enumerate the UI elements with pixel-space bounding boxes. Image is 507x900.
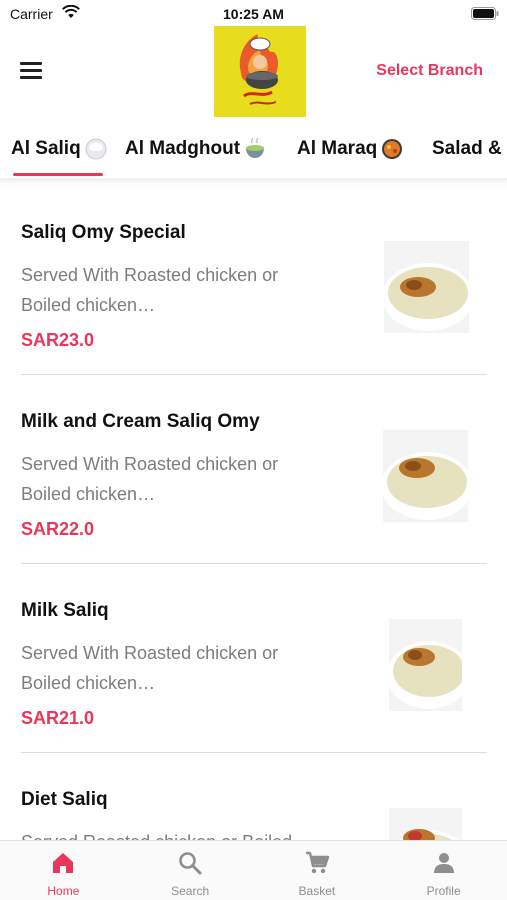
- saliq-dish-image: [383, 430, 468, 522]
- tab-al-saliq[interactable]: Al Saliq: [11, 138, 107, 160]
- item-description: Served Roasted chicken or Boiled: [21, 827, 331, 840]
- item-name: Saliq Omy Special: [21, 222, 186, 243]
- item-description: Served With Roasted chicken or Boiled ch…: [21, 643, 279, 693]
- item-name: Milk and Cream Saliq Omy: [21, 411, 260, 432]
- item-description: Served With Roasted chicken or Boiled ch…: [21, 454, 279, 504]
- status-bar: Carrier 10:25 AM: [0, 0, 507, 26]
- nav-label: Home: [47, 884, 80, 898]
- nav-home[interactable]: Home: [0, 841, 127, 900]
- saliq-dish-image: [389, 808, 462, 840]
- status-time: 10:25 AM: [223, 6, 284, 22]
- nav-search[interactable]: Search: [127, 841, 254, 900]
- nav-basket[interactable]: Basket: [254, 841, 381, 900]
- chef-logo-icon: [214, 26, 306, 117]
- item-name: Milk Saliq: [21, 600, 109, 621]
- tab-al-maraq[interactable]: Al Maraq: [297, 138, 403, 160]
- hamburger-menu-button[interactable]: [20, 57, 50, 83]
- select-branch-button[interactable]: Select Branch: [376, 62, 483, 80]
- saliq-dish-image: [384, 241, 469, 333]
- tab-label: Salad &: [432, 138, 502, 159]
- battery-icon: [471, 7, 499, 20]
- profile-icon: [433, 853, 454, 873]
- tabs-shadow: [0, 178, 507, 186]
- tab-label: Al Saliq: [11, 138, 81, 159]
- menu-item[interactable]: Milk and Cream Saliq Omy Served With Roa…: [0, 375, 507, 564]
- search-icon: [179, 852, 202, 875]
- stew-pan-icon: [382, 139, 403, 159]
- menu-item[interactable]: Diet Saliq Served Roasted chicken or Boi…: [0, 753, 507, 840]
- nav-label: Basket: [298, 884, 336, 898]
- home-icon: [53, 853, 74, 873]
- soup-bowl-icon: [246, 138, 265, 158]
- nav-profile[interactable]: Profile: [380, 841, 507, 900]
- saliq-dish-image: [389, 619, 462, 711]
- item-description: Served With Roasted chicken or Boiled ch…: [21, 265, 279, 315]
- app-header: Select Branch: [0, 26, 507, 124]
- active-tab-indicator: [13, 173, 103, 176]
- menu-item[interactable]: Saliq Omy Special Served With Roasted ch…: [0, 186, 507, 375]
- rice-bowl-icon: [85, 138, 107, 160]
- bottom-nav: Home Search Basket Profile: [0, 840, 507, 900]
- menu-list: Saliq Omy Special Served With Roasted ch…: [0, 186, 507, 840]
- menu-item[interactable]: Milk Saliq Served With Roasted chicken o…: [0, 564, 507, 753]
- tab-label: Al Madghout: [125, 138, 241, 159]
- item-price: SAR23.0: [21, 330, 95, 350]
- nav-label: Profile: [426, 884, 461, 898]
- item-price: SAR21.0: [21, 708, 95, 728]
- tab-al-madghout[interactable]: Al Madghout: [125, 138, 266, 160]
- category-tabs: Al Saliq Al Madghout Al Maraq Salad &: [0, 124, 507, 180]
- item-name: Diet Saliq: [21, 789, 108, 810]
- nav-label: Search: [171, 884, 210, 898]
- item-price: SAR22.0: [21, 519, 95, 539]
- tab-salad[interactable]: Salad &: [432, 138, 502, 160]
- tab-label: Al Maraq: [297, 138, 378, 159]
- cart-icon: [305, 851, 330, 874]
